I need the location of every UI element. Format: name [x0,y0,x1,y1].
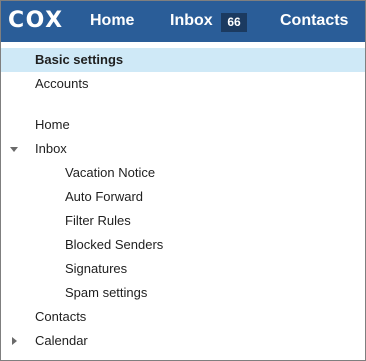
settings-panel: COX Home Inbox 66 Contacts Basic setting… [0,0,366,361]
menu-item-signatures[interactable]: Signatures [1,257,365,281]
menu-item-blocked-senders[interactable]: Blocked Senders [1,233,365,257]
menu-item-accounts[interactable]: Accounts [1,72,365,96]
nav-inbox-link[interactable]: Inbox [170,11,213,31]
menu-item-spam-settings[interactable]: Spam settings [1,281,365,305]
menu-item-contacts[interactable]: Contacts [1,305,365,329]
menu-item-label: Inbox [35,141,67,156]
menu-item-auto-forward[interactable]: Auto Forward [1,185,365,209]
nav-contacts-link[interactable]: Contacts [280,11,348,31]
menu-item-label: Blocked Senders [65,237,164,252]
menu-item-filter-rules[interactable]: Filter Rules [1,209,365,233]
caret-down-icon[interactable] [9,137,19,161]
menu-item-label: Contacts [35,309,87,324]
menu-item-label: Vacation Notice [65,165,156,180]
menu-item-label: Filter Rules [65,213,131,228]
menu-item-label: Auto Forward [65,189,144,204]
menu-item-label: Accounts [35,76,89,91]
menu-item-home[interactable]: Home [1,113,365,137]
nav-home-link[interactable]: Home [90,11,134,31]
menu-item-label: Calendar [35,333,88,348]
menu-item-label: Basic settings [35,52,124,67]
menu-item-vacation-notice[interactable]: Vacation Notice [1,161,365,185]
menu-item-calendar[interactable]: Calendar [1,329,365,353]
menu-item-label: Spam settings [65,285,148,300]
menu-item-label: Signatures [65,261,128,276]
top-navigation-bar: COX Home Inbox 66 Contacts [1,1,365,42]
menu-item-inbox[interactable]: Inbox [1,137,365,161]
cox-logo[interactable]: COX [8,8,64,34]
menu-item-label: Home [35,117,70,132]
inbox-unread-count-badge: 66 [221,13,247,32]
caret-right-icon[interactable] [9,329,19,353]
menu-item-basic-settings[interactable]: Basic settings [1,48,365,72]
